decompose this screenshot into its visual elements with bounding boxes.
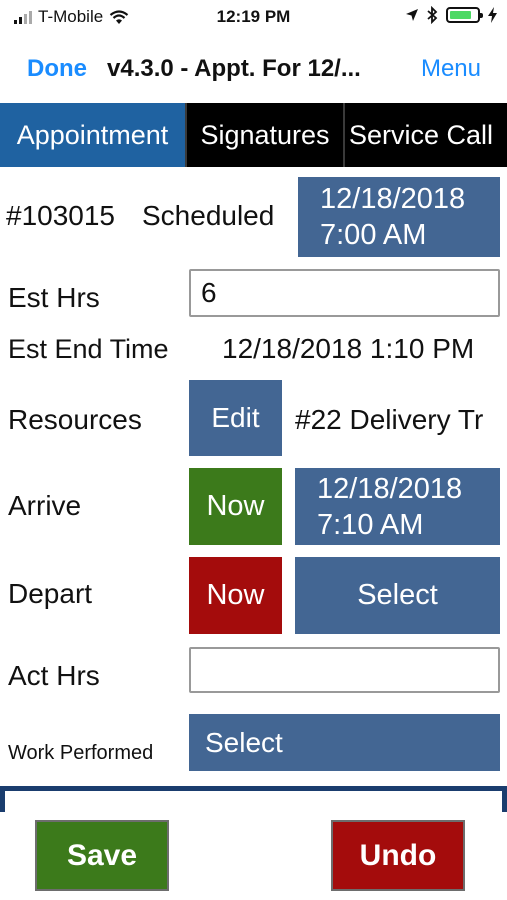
status-bar: T-Mobile 12:19 PM (0, 0, 507, 36)
depart-label: Depart (8, 578, 93, 609)
arrive-time: 7:10 AM (317, 508, 424, 541)
undo-button[interactable]: Undo (331, 820, 465, 891)
est-end-time-value: 12/18/2018 1:10 PM (222, 333, 475, 364)
scheduled-time: 7:00 AM (320, 219, 427, 251)
battery-icon (446, 7, 483, 23)
save-button[interactable]: Save (35, 820, 169, 891)
est-hrs-input[interactable]: 6 (189, 269, 500, 317)
appointment-number: #103015 (6, 200, 116, 231)
done-button[interactable]: Done (27, 55, 87, 83)
act-hrs-input[interactable] (189, 647, 500, 693)
act-hrs-label: Act Hrs (8, 660, 100, 691)
tab-signatures[interactable]: Signatures (187, 103, 343, 167)
resources-value: #22 Delivery Tr (295, 404, 484, 435)
arrive-datetime-button[interactable]: 12/18/2018 7:10 AM (295, 468, 500, 545)
work-performed-label: Work Performed (8, 742, 154, 764)
charging-bolt-icon (488, 7, 497, 23)
depart-now-button[interactable]: Now (189, 557, 282, 634)
bluetooth-icon (427, 6, 438, 24)
tab-bar: Appointment Signatures Service Call (0, 103, 507, 167)
arrive-now-button[interactable]: Now (189, 468, 282, 545)
est-hrs-label: Est Hrs (8, 282, 100, 313)
edit-resources-button[interactable]: Edit (189, 380, 282, 456)
location-arrow-icon (406, 9, 418, 21)
menu-button[interactable]: Menu (421, 55, 481, 83)
depart-select-button[interactable]: Select (295, 557, 500, 634)
tab-service-call[interactable]: Service Call (345, 103, 507, 167)
arrive-date: 12/18/2018 (317, 472, 463, 505)
scheduled-date: 12/18/2018 (320, 183, 466, 215)
resources-label: Resources (8, 404, 142, 435)
scheduled-datetime-button[interactable]: 12/18/2018 7:00 AM (298, 177, 500, 257)
arrive-label: Arrive (8, 490, 82, 521)
est-end-time-label: Est End Time (8, 334, 169, 364)
page-title: v4.3.0 - Appt. For 12/... (107, 55, 361, 82)
work-performed-select[interactable]: Select (189, 714, 500, 771)
tab-appointment[interactable]: Appointment (0, 103, 185, 167)
status-right (405, 6, 497, 24)
appointment-status: Scheduled (142, 200, 275, 231)
